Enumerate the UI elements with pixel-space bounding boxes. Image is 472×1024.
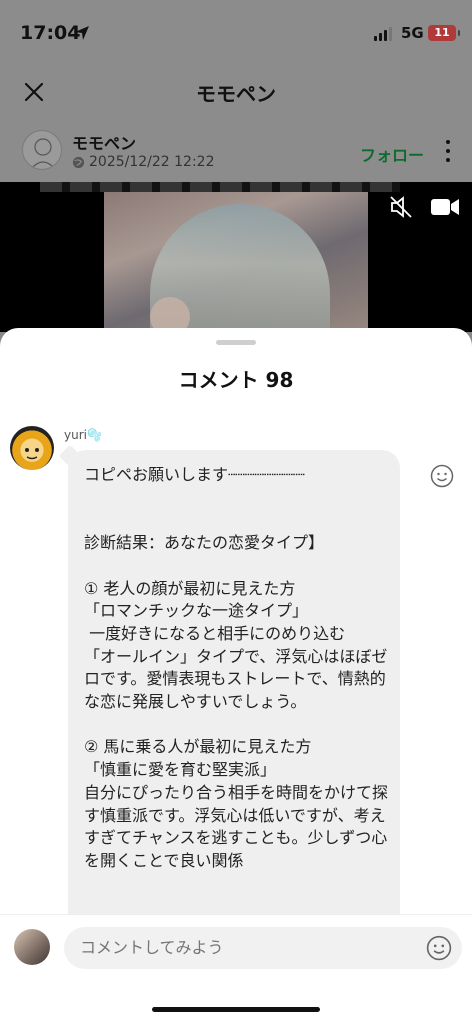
comment-input-bar [0, 914, 472, 1024]
my-avatar [14, 929, 50, 965]
comment-sheet-title: コメント 98 [178, 368, 294, 392]
status-time: 17:04 [20, 22, 81, 44]
comment-sheet: コメント 98 yuri🫧 コピペお願いします┈┈┈┈┈┈┈┈ 診断結果：あなた… [0, 328, 472, 1024]
globe-icon [72, 156, 85, 168]
signal-icon [374, 27, 392, 41]
top-nav: モモペン [0, 70, 472, 114]
author-row: モモペン 2025/12/22 12:22 フォロー [0, 124, 472, 180]
post-date-text: 2025/12/22 12:22 [89, 154, 215, 170]
location-arrow-icon [75, 26, 89, 40]
comment-text: コピペお願いします┈┈┈┈┈┈┈┈ 診断結果：あなたの恋愛タイプ】 ① 老人の顔… [84, 465, 389, 870]
comment-input[interactable] [64, 927, 462, 969]
more-icon[interactable] [444, 140, 452, 162]
mute-icon[interactable] [388, 194, 414, 220]
page-title: モモペン [196, 82, 276, 106]
comment-bubble[interactable]: コピペお願いします┈┈┈┈┈┈┈┈ 診断結果：あなたの恋愛タイプ】 ① 老人の顔… [68, 450, 400, 950]
smile-icon[interactable] [430, 464, 454, 488]
emoji-picker-icon[interactable] [426, 935, 452, 961]
post-background: 17:04 5G 11 モモペン モモペン 2025/12/22 12:22 フ… [0, 0, 472, 332]
author-avatar[interactable] [22, 130, 62, 170]
home-indicator [152, 1007, 320, 1012]
video-frame-face [150, 297, 190, 332]
video-camera-icon[interactable] [430, 196, 460, 218]
author-name[interactable]: モモペン [72, 130, 136, 154]
status-bar: 17:04 5G 11 [0, 0, 472, 60]
commenter-avatar[interactable] [10, 426, 54, 470]
commenter-name[interactable]: yuri🫧 [64, 428, 102, 442]
sheet-handle[interactable] [216, 340, 256, 345]
network-label: 5G [401, 24, 424, 42]
video-caption-overlay [40, 182, 400, 192]
battery-icon: 11 [428, 25, 460, 41]
post-date: 2025/12/22 12:22 [72, 154, 215, 170]
follow-button[interactable]: フォロー [360, 142, 424, 166]
